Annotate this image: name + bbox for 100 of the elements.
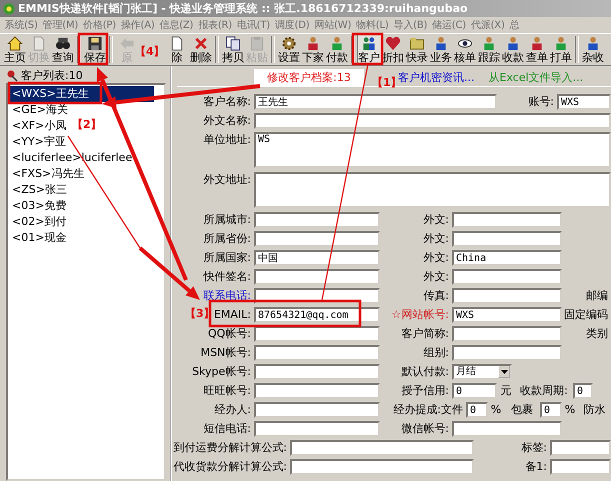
toolbar-button[interactable]: 除 xyxy=(165,34,189,65)
customer-list-item[interactable]: <03>免费 xyxy=(10,198,68,214)
text-area[interactable] xyxy=(254,172,611,208)
field-label: 邮编 xyxy=(586,288,608,303)
input-field[interactable]: 87654321@qq.com xyxy=(254,306,380,322)
toolbar-button[interactable]: 设置 xyxy=(277,34,301,65)
field-label: % xyxy=(564,403,576,416)
input-field[interactable]: 0 xyxy=(452,382,497,398)
toolbar-button[interactable]: 付款 xyxy=(325,34,349,65)
input-field[interactable] xyxy=(254,382,380,398)
field-label: 旺旺帐号: xyxy=(203,383,251,398)
toolbar-button[interactable]: 查单 xyxy=(525,34,549,65)
input-field[interactable] xyxy=(452,326,562,342)
input-field[interactable]: 0 xyxy=(573,382,593,398)
field-label: 外文: xyxy=(423,269,449,284)
floppy-icon xyxy=(87,36,103,51)
input-field[interactable] xyxy=(254,364,380,380)
input-field[interactable] xyxy=(254,212,380,228)
input-field[interactable] xyxy=(452,212,562,228)
input-field[interactable]: WXS xyxy=(557,94,611,110)
input-field[interactable] xyxy=(452,420,562,436)
field-label: ☆网站帐号: xyxy=(391,307,449,322)
toolbar-button[interactable]: 下家 xyxy=(301,34,325,65)
input-field[interactable] xyxy=(254,344,380,360)
field-label: 经办提成:文件 xyxy=(393,402,463,417)
input-field[interactable] xyxy=(452,344,562,360)
input-field[interactable] xyxy=(452,230,562,246)
input-field[interactable] xyxy=(254,268,380,284)
toolbar-button[interactable]: 核单 xyxy=(453,34,477,65)
tab[interactable]: 修改客户档案:13 xyxy=(254,68,364,86)
gear-icon xyxy=(281,36,297,51)
caret-icon xyxy=(500,370,508,374)
field-label: 所属城市: xyxy=(203,212,251,227)
field-label: 快件签名: xyxy=(203,269,251,284)
field-label: 微信帐号: xyxy=(401,421,449,436)
input-field[interactable] xyxy=(254,420,380,436)
input-field[interactable] xyxy=(550,458,611,474)
customer-list-item[interactable]: <YY>宇亚 xyxy=(10,134,68,150)
field-label: 到付运费分解计算公式: xyxy=(173,440,287,455)
field-label: 类别 xyxy=(586,326,608,341)
input-field[interactable]: WXS xyxy=(452,306,562,322)
field-label: 客户名称: xyxy=(203,94,251,109)
cross-icon xyxy=(193,36,209,51)
field-label: 标签: xyxy=(521,440,547,455)
toolbar-button[interactable]: 折扣 xyxy=(381,34,405,65)
app-logo-icon xyxy=(3,2,15,14)
field-label: MSN帐号: xyxy=(200,345,251,360)
field-label: 外文: xyxy=(423,231,449,246)
customer-list-item[interactable]: <FXS>冯先生 xyxy=(10,166,86,182)
toolbar-button[interactable]: 杂收 xyxy=(581,34,605,65)
pages-icon xyxy=(225,36,241,51)
input-field[interactable]: 0 xyxy=(466,402,488,418)
page-icon xyxy=(169,36,185,51)
input-field[interactable]: 0 xyxy=(540,402,562,418)
field-label: 短信电话: xyxy=(203,421,251,436)
input-field[interactable] xyxy=(254,230,380,246)
window-title: EMMIS快递软件[韬门张工] - 快递业务管理系统 :: 张工.18616712339:ruihangubao xyxy=(18,1,468,16)
toolbar-button[interactable]: 跟踪 xyxy=(477,34,501,65)
field-label: % xyxy=(490,403,502,416)
toolbar-button[interactable]: 拷贝 xyxy=(221,34,245,65)
callout-label: 【3】 xyxy=(185,306,215,321)
field-label: QQ帐号: xyxy=(208,326,251,341)
callout-label: 【2】 xyxy=(72,117,102,132)
input-field[interactable] xyxy=(254,402,380,418)
toolbar-button[interactable]: 快录 xyxy=(405,34,429,65)
folder-icon xyxy=(409,36,425,51)
input-field[interactable] xyxy=(550,440,611,456)
field-label: 所属国家: xyxy=(203,250,251,265)
toolbar-button[interactable]: 保存 xyxy=(83,34,107,65)
field-label: 外文名称: xyxy=(203,113,251,128)
customer-list-item[interactable]: <ZS>张三 xyxy=(10,182,69,198)
customer-list-item[interactable]: <02>到付 xyxy=(10,214,68,230)
input-field[interactable] xyxy=(290,440,474,456)
highlight-box xyxy=(78,32,108,66)
field-label: 授予信用: xyxy=(401,383,449,398)
field-label: EMAIL: xyxy=(214,308,251,321)
input-field[interactable]: 中国 xyxy=(254,250,380,266)
field-label: 外文: xyxy=(423,250,449,265)
toolbar-button[interactable]: 查询 xyxy=(51,34,75,65)
input-field[interactable] xyxy=(452,288,562,304)
field-label: 联系电话: xyxy=(203,288,251,303)
toolbar-button[interactable]: 主页 xyxy=(3,34,27,65)
people-icon xyxy=(361,36,377,51)
toolbar-button[interactable]: 打单 xyxy=(549,34,573,65)
text-area[interactable]: WS xyxy=(254,132,611,168)
input-field[interactable]: 王先生 xyxy=(254,94,497,110)
input-field[interactable]: China xyxy=(452,250,562,266)
input-field[interactable] xyxy=(290,458,474,474)
toolbar-button[interactable]: 删除 xyxy=(189,34,213,65)
toolbar-button[interactable]: 业务 xyxy=(429,34,453,65)
field-label: 防水 xyxy=(582,402,606,417)
input-field[interactable] xyxy=(452,268,562,284)
pin-icon xyxy=(6,70,18,82)
customer-list-item[interactable]: <01>现金 xyxy=(10,230,68,246)
customer-list-item[interactable]: <XF>小凤 xyxy=(10,118,68,134)
dropdown[interactable]: 月结 xyxy=(452,364,512,380)
toolbar-button[interactable]: 收款 xyxy=(501,34,525,65)
customer-list-item[interactable]: <GE>海关 xyxy=(10,102,70,118)
house-icon xyxy=(7,36,23,51)
input-field[interactable] xyxy=(254,112,611,128)
